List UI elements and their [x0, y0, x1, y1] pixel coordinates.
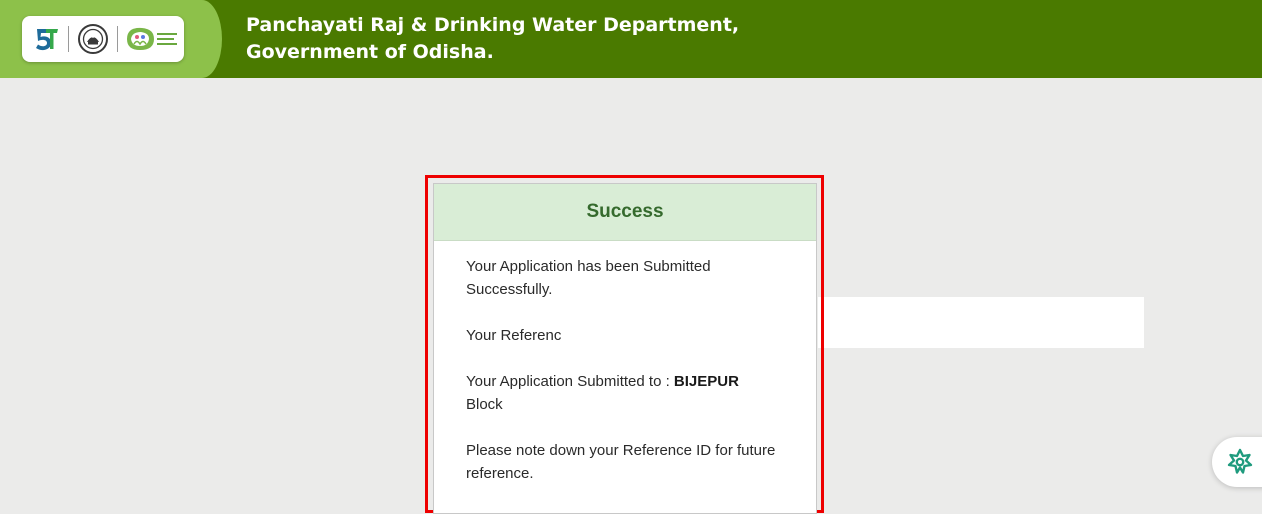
site-header: Panchayati Raj & Drinking Water Departme… — [0, 0, 1262, 78]
logo-divider — [68, 26, 69, 52]
header-title-line1: Panchayati Raj & Drinking Water Departme… — [246, 14, 740, 36]
submitted-to-message: Your Application Submitted to : BIJEPUR … — [466, 370, 784, 416]
note-message: Please note down your Reference ID for f… — [466, 442, 776, 482]
block-name: BIJEPUR — [673, 373, 739, 390]
success-dialog: Success Your Application has been Submit… — [433, 183, 817, 514]
success-dialog-title: Success — [586, 201, 664, 222]
odisha-emblem-icon — [78, 24, 108, 54]
five-t-logo-icon — [36, 29, 58, 51]
header-title-line2: Government of Odisha. — [246, 41, 494, 63]
background-form-field — [818, 297, 1144, 348]
logo-card[interactable] — [22, 16, 184, 62]
logo-divider — [117, 26, 118, 52]
success-dialog-body: Your Application has been Submitted Succ… — [434, 241, 816, 485]
submitted-to-prefix: Your Application Submitted to : — [466, 373, 670, 390]
header-title: Panchayati Raj & Drinking Water Departme… — [246, 12, 739, 66]
submitted-message: Your Application has been Submitted Succ… — [466, 258, 711, 298]
reference-message: Your Referenc — [466, 327, 562, 344]
submitted-to-suffix: Block — [466, 396, 503, 413]
mission-logo-icon — [127, 27, 177, 50]
chat-assistant-button[interactable] — [1212, 437, 1262, 487]
success-dialog-header: Success — [434, 184, 816, 241]
assistant-flower-icon — [1227, 448, 1253, 474]
